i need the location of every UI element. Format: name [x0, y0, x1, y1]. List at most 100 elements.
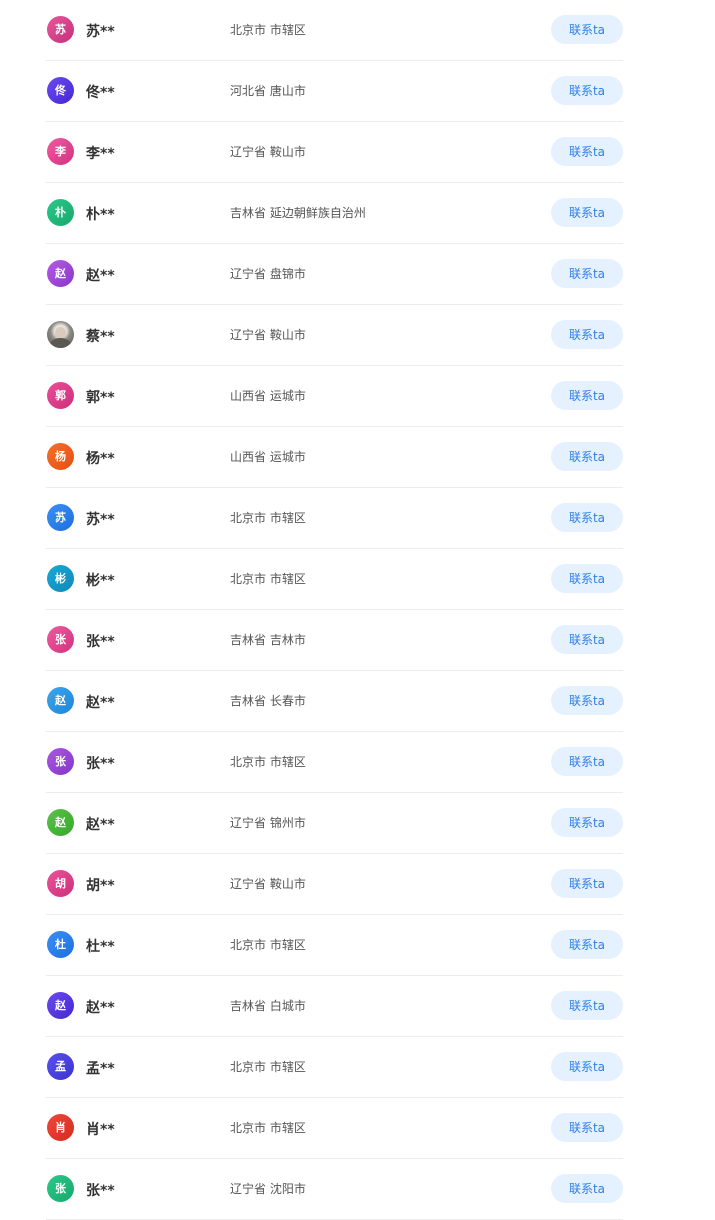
- avatar: 张: [47, 626, 74, 653]
- avatar-initial: 赵: [55, 999, 66, 1012]
- contact-button[interactable]: 联系ta: [551, 808, 623, 837]
- avatar: 苏: [47, 16, 74, 43]
- contact-name: 胡**: [86, 878, 115, 894]
- list-item: 赵 赵** 辽宁省 盘锦市 联系ta: [46, 244, 623, 305]
- contact-button[interactable]: 联系ta: [551, 564, 623, 593]
- list-item: 朴 朴** 吉林省 延边朝鲜族自治州 联系ta: [46, 183, 623, 244]
- contact-button[interactable]: 联系ta: [551, 625, 623, 654]
- avatar: 郭: [47, 382, 74, 409]
- contact-name: 张**: [86, 634, 115, 650]
- contact-name: 孟**: [86, 1061, 115, 1077]
- contact-region: 吉林省 吉林市: [230, 633, 306, 647]
- contact-button[interactable]: 联系ta: [551, 869, 623, 898]
- contact-region: 辽宁省 锦州市: [230, 816, 306, 830]
- list-item: 肖 肖** 北京市 市辖区 联系ta: [46, 1098, 623, 1159]
- avatar-initial: 朴: [55, 206, 66, 219]
- contact-button[interactable]: 联系ta: [551, 747, 623, 776]
- contact-region: 吉林省 白城市: [230, 999, 306, 1013]
- avatar-initial: 李: [55, 145, 66, 158]
- avatar-initial: 苏: [55, 511, 66, 524]
- avatar: 苏: [47, 504, 74, 531]
- contact-name: 杜**: [86, 939, 115, 955]
- contact-button[interactable]: 联系ta: [551, 1113, 623, 1142]
- contact-button[interactable]: 联系ta: [551, 76, 623, 105]
- avatar-initial: 张: [55, 633, 66, 646]
- avatar-initial: 肖: [55, 1121, 66, 1134]
- list-item: 张 张** 辽宁省 沈阳市 联系ta: [46, 1159, 623, 1220]
- avatar: 孟: [47, 1053, 74, 1080]
- avatar-initial: 佟: [55, 84, 66, 97]
- list-item: 郭 郭** 山西省 运城市 联系ta: [46, 366, 623, 427]
- contact-region: 辽宁省 盘锦市: [230, 267, 306, 281]
- contact-button[interactable]: 联系ta: [551, 15, 623, 44]
- list-item: 李 李** 辽宁省 鞍山市 联系ta: [46, 122, 623, 183]
- list-item: 张 张** 北京市 市辖区 联系ta: [46, 732, 623, 793]
- contact-button[interactable]: 联系ta: [551, 137, 623, 166]
- avatar: 赵: [47, 687, 74, 714]
- contact-name: 赵**: [86, 268, 115, 284]
- list-item: 赵 赵** 吉林省 白城市 联系ta: [46, 976, 623, 1037]
- contact-button[interactable]: 联系ta: [551, 930, 623, 959]
- contact-name: 杨**: [86, 451, 115, 467]
- avatar: 张: [47, 1175, 74, 1202]
- contact-region: 吉林省 延边朝鲜族自治州: [230, 206, 366, 220]
- avatar: 朴: [47, 199, 74, 226]
- list-item: 苏 苏** 北京市 市辖区 联系ta: [46, 488, 623, 549]
- contact-name: 李**: [86, 146, 115, 162]
- contact-region: 北京市 市辖区: [230, 511, 306, 525]
- contact-region: 北京市 市辖区: [230, 1121, 306, 1135]
- contact-button[interactable]: 联系ta: [551, 198, 623, 227]
- contact-name: 肖**: [86, 1122, 115, 1138]
- contact-region: 北京市 市辖区: [230, 23, 306, 37]
- avatar-initial: 赵: [55, 267, 66, 280]
- list-item: 张 张** 吉林省 吉林市 联系ta: [46, 610, 623, 671]
- contact-button[interactable]: 联系ta: [551, 1174, 623, 1203]
- avatar: 佟: [47, 77, 74, 104]
- avatar: 肖: [47, 1114, 74, 1141]
- avatar: 李: [47, 138, 74, 165]
- avatar-initial: 赵: [55, 816, 66, 829]
- avatar: 彬: [47, 565, 74, 592]
- avatar-initial: 张: [55, 1182, 66, 1195]
- contact-name: 朴**: [86, 207, 115, 223]
- list-item: 胡 胡** 辽宁省 鞍山市 联系ta: [46, 854, 623, 915]
- contact-name: 赵**: [86, 695, 115, 711]
- contact-region: 辽宁省 沈阳市: [230, 1182, 306, 1196]
- avatar-initial: 杨: [55, 450, 66, 463]
- avatar: 赵: [47, 809, 74, 836]
- list-item: 赵 赵** 辽宁省 锦州市 联系ta: [46, 793, 623, 854]
- list-item: 赵 赵** 吉林省 长春市 联系ta: [46, 671, 623, 732]
- avatar-initial: 苏: [55, 23, 66, 36]
- avatar-photo-body: [50, 338, 71, 348]
- contact-name: 赵**: [86, 817, 115, 833]
- avatar: 张: [47, 748, 74, 775]
- avatar-photo: [47, 321, 74, 348]
- contact-region: 辽宁省 鞍山市: [230, 877, 306, 891]
- avatar: 杨: [47, 443, 74, 470]
- contact-region: 北京市 市辖区: [230, 755, 306, 769]
- contact-name: 张**: [86, 756, 115, 772]
- contact-button[interactable]: 联系ta: [551, 259, 623, 288]
- contact-region: 山西省 运城市: [230, 450, 306, 464]
- contact-region: 北京市 市辖区: [230, 1060, 306, 1074]
- avatar: 赵: [47, 992, 74, 1019]
- contact-button[interactable]: 联系ta: [551, 381, 623, 410]
- contact-region: 北京市 市辖区: [230, 938, 306, 952]
- avatar: 胡: [47, 870, 74, 897]
- contact-region: 吉林省 长春市: [230, 694, 306, 708]
- contact-button[interactable]: 联系ta: [551, 991, 623, 1020]
- contact-region: 辽宁省 鞍山市: [230, 145, 306, 159]
- contact-name: 苏**: [86, 24, 115, 40]
- contact-button[interactable]: 联系ta: [551, 1052, 623, 1081]
- list-item: 佟 佟** 河北省 唐山市 联系ta: [46, 61, 623, 122]
- contact-region: 山西省 运城市: [230, 389, 306, 403]
- contact-region: 辽宁省 鞍山市: [230, 328, 306, 342]
- contact-button[interactable]: 联系ta: [551, 320, 623, 349]
- avatar-initial: 杜: [55, 938, 66, 951]
- avatar-initial: 郭: [55, 389, 66, 402]
- contact-button[interactable]: 联系ta: [551, 503, 623, 532]
- avatar-initial: 张: [55, 755, 66, 768]
- contact-button[interactable]: 联系ta: [551, 686, 623, 715]
- contact-name: 张**: [86, 1183, 115, 1199]
- contact-button[interactable]: 联系ta: [551, 442, 623, 471]
